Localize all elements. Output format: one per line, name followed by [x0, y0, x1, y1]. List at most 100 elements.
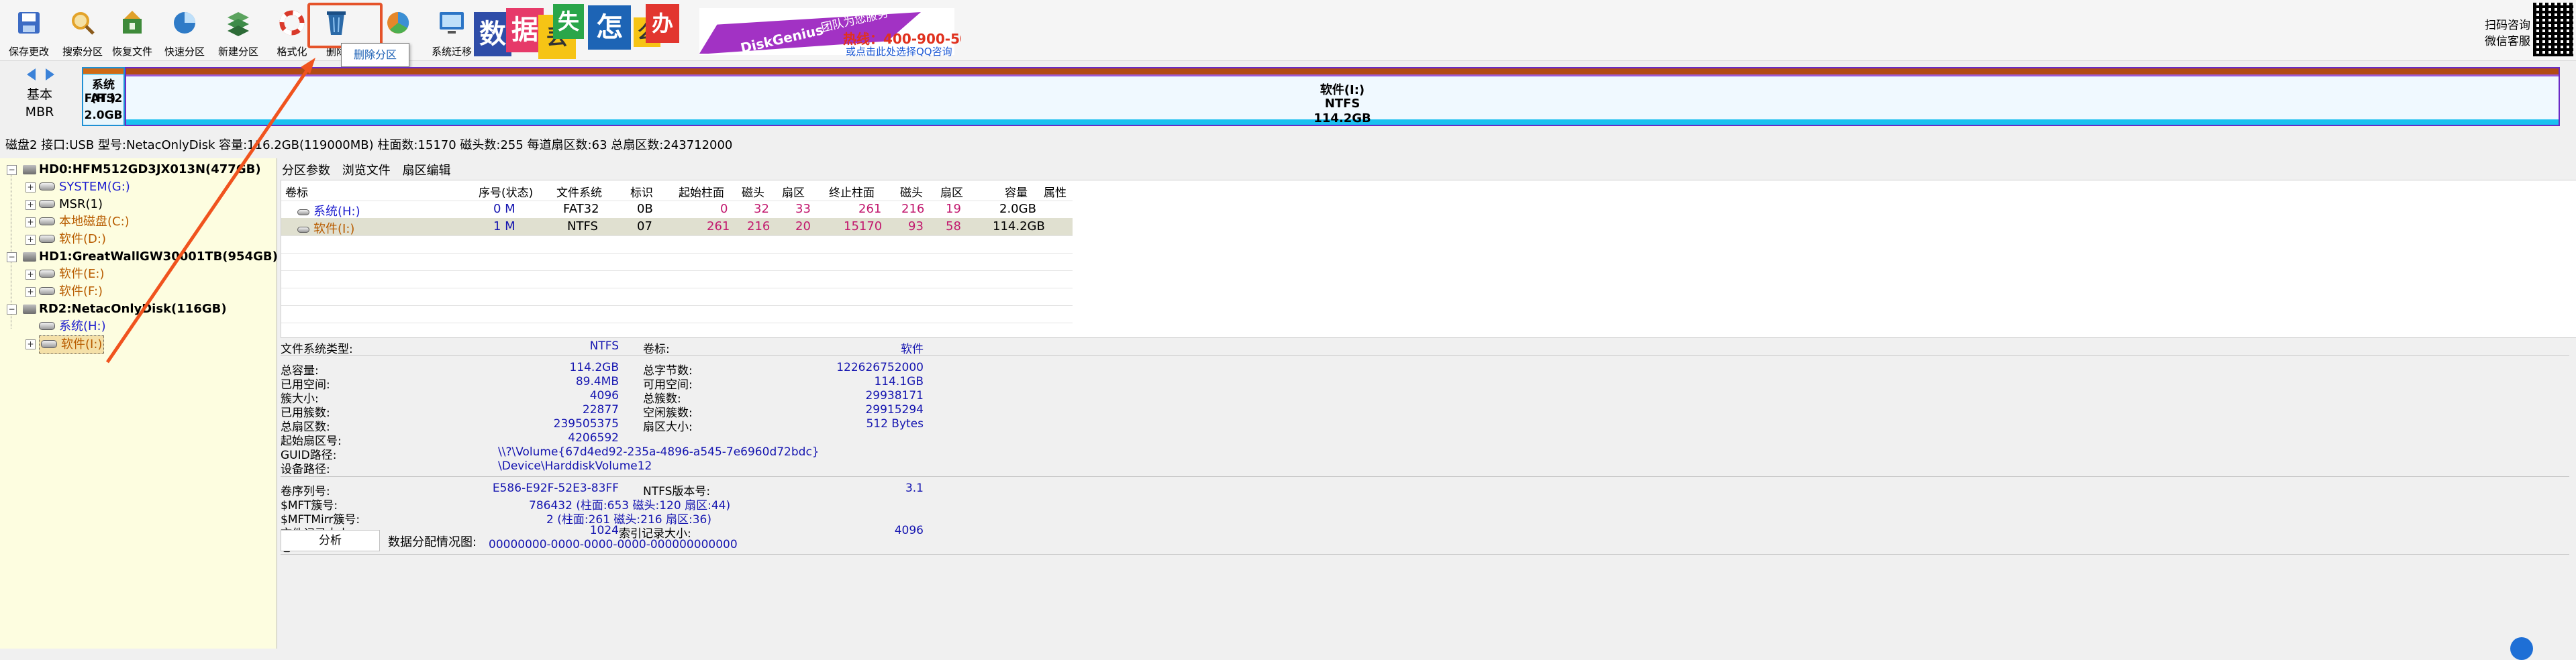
expand-icon[interactable]: + [26, 200, 36, 210]
partition-icon [39, 235, 55, 243]
table-cell-end-sector: 19 [946, 202, 961, 216]
partition-h-size: 2.0GB [84, 109, 123, 122]
partition-block-i[interactable]: 软件(I:) NTFS 114.2GB [125, 67, 2560, 126]
partition-table: 卷标 序号(状态) 文件系统 标识 起始柱面 磁头 扇区 终止柱面 磁头 扇区 … [281, 180, 1074, 338]
help-icon[interactable] [2510, 637, 2533, 660]
table-cell-end-sector: 58 [946, 219, 961, 233]
tree-item-partition[interactable]: 软件(D:) [39, 231, 106, 248]
new-partition-button[interactable]: 新建分区 [212, 7, 264, 59]
separator [281, 476, 2569, 477]
partition-i-name: 软件(I:) [1320, 83, 1365, 97]
collapse-icon[interactable]: − [7, 252, 17, 262]
prop-value: 114.2GB [569, 361, 619, 374]
banner-tile: 怎 [588, 5, 631, 50]
cell-label-text: 系统(H:) [313, 205, 360, 219]
tab-browse-files[interactable]: 浏览文件 [342, 161, 391, 178]
hard-disk-icon [23, 252, 36, 262]
save-changes-button[interactable]: 保存更改 [3, 7, 55, 59]
restore-files-button[interactable]: 恢复文件 [106, 7, 158, 59]
table-cell-index: 1 M [493, 219, 515, 233]
table-cell-fs: FAT32 [563, 202, 599, 216]
tree-item-label: 软件(D:) [59, 232, 106, 246]
table-cell-index: 0 M [493, 202, 515, 216]
expand-icon[interactable]: + [26, 235, 36, 245]
prev-disk-arrow-icon[interactable] [27, 68, 36, 80]
table-cell-fs: NTFS [567, 219, 598, 233]
quick-partition-label: 快速分区 [164, 46, 205, 58]
collapse-icon[interactable]: − [7, 305, 17, 315]
table-cell-start-head: 216 [747, 219, 771, 233]
tree-item-partition[interactable]: MSR(1) [39, 196, 103, 213]
col-header-index: 序号(状态) [479, 186, 534, 200]
tree-item-partition-selected[interactable]: 软件(I:) [39, 335, 105, 354]
collapse-icon[interactable]: − [7, 165, 17, 175]
tree-item-label: SYSTEM(G:) [59, 180, 130, 194]
mbr-label: MBR [25, 105, 54, 119]
backup-icon [387, 11, 409, 34]
qr-code-image [2533, 3, 2573, 56]
promo-banner[interactable]: 数 据 丢 失 怎 么 办 DiskGenius 团队为您服务 热线：400-9… [474, 3, 961, 59]
quick-partition-icon [174, 12, 195, 34]
table-cell-capacity: 114.2GB [993, 219, 1045, 233]
table-cell-id: 07 [637, 219, 652, 233]
partition-table-empty-area [1073, 180, 2576, 338]
system-migration-button[interactable]: 系统迁移 [426, 7, 478, 59]
tree-disk-hd1[interactable]: HD1:GreatWallGW30001TB(954GB) [23, 248, 278, 266]
quick-partition-button[interactable]: 快速分区 [158, 7, 211, 59]
next-disk-arrow-icon[interactable] [46, 68, 54, 80]
expand-icon[interactable]: + [26, 287, 36, 297]
prop-value: \\?\Volume{67d4ed92-235a-4896-a545-7e696… [498, 445, 820, 459]
analyze-button[interactable]: 分析 [281, 530, 380, 551]
table-gridline [281, 305, 1073, 306]
tree-item-label: 软件(I:) [61, 337, 103, 351]
restore-files-label: 恢复文件 [111, 46, 152, 58]
partition-icon [39, 287, 55, 295]
table-gridline [281, 235, 1073, 236]
col-header-attr: 属性 [1044, 186, 1067, 200]
tab-sector-edit[interactable]: 扇区编辑 [402, 161, 450, 178]
tree-disk-rd2[interactable]: RD2:NetacOnlyDisk(116GB) [23, 300, 227, 318]
tab-partition-params[interactable]: 分区参数 [282, 161, 330, 178]
prop-value: 4096 [589, 389, 619, 402]
tree-disk-hd0[interactable]: HD0:HFM512GD3JX013N(477GB) [23, 161, 261, 178]
expand-icon[interactable]: + [26, 217, 36, 227]
table-cell-end-cyl: 261 [858, 202, 882, 216]
partition-h-bar [83, 68, 123, 74]
table-cell-start-cyl: 261 [707, 219, 730, 233]
expand-icon[interactable]: + [26, 182, 36, 192]
save-icon [18, 12, 40, 34]
hard-disk-icon [23, 165, 36, 174]
disk-info-line: 磁盘2 接口:USB 型号:NetacOnlyDisk 容量:116.2GB(1… [5, 138, 733, 152]
partition-i-fs: NTFS [1324, 97, 1360, 111]
col-header-id: 标识 [630, 186, 653, 200]
partition-block-h[interactable]: 系统(H:) FAT32 2.0GB [82, 67, 125, 126]
search-partition-button[interactable]: 搜索分区 [56, 7, 109, 59]
disk-tree: − HD0:HFM512GD3JX013N(477GB) + SYSTEM(G:… [0, 158, 278, 649]
delete-button-highlight [307, 3, 383, 48]
table-cell-id: 0B [637, 202, 653, 216]
disk-partition-bar: 基本 MBR 系统(H:) FAT32 2.0GB 软件(I:) NTFS 11… [0, 63, 2576, 130]
prop-value: 4096 [894, 524, 924, 537]
prop-value: 512 Bytes [866, 417, 924, 431]
tree-item-partition[interactable]: SYSTEM(G:) [39, 178, 130, 196]
separator [281, 355, 2569, 356]
save-changes-label: 保存更改 [8, 46, 49, 58]
table-gridline [281, 253, 1073, 254]
usb-disk-icon [23, 305, 36, 314]
qq-consult-link[interactable]: 或点击此处选择QQ咨询 [846, 44, 952, 58]
tree-item-partition[interactable]: 本地磁盘(C:) [39, 213, 130, 231]
expand-icon[interactable]: + [26, 270, 36, 280]
tree-item-partition[interactable]: 软件(E:) [39, 266, 104, 283]
tree-item-label: 软件(E:) [59, 267, 105, 281]
tree-item-label: 系统(H:) [59, 319, 106, 333]
expand-icon[interactable]: + [26, 339, 36, 349]
tree-item-label: 本地磁盘(C:) [59, 215, 130, 229]
search-icon [72, 12, 95, 35]
details-panel: 分区参数 浏览文件 扇区编辑 卷标 序号(状态) 文件系统 标识 起始柱面 磁头… [278, 158, 2576, 649]
table-cell-label: 系统(H:) [297, 202, 360, 219]
tree-item-partition[interactable]: 系统(H:) [39, 318, 106, 335]
tree-item-label: MSR(1) [59, 197, 103, 211]
tree-item-partition[interactable]: 软件(F:) [39, 283, 103, 300]
prop-value: 29938171 [865, 389, 924, 402]
col-header-end-sector: 扇区 [940, 186, 963, 200]
